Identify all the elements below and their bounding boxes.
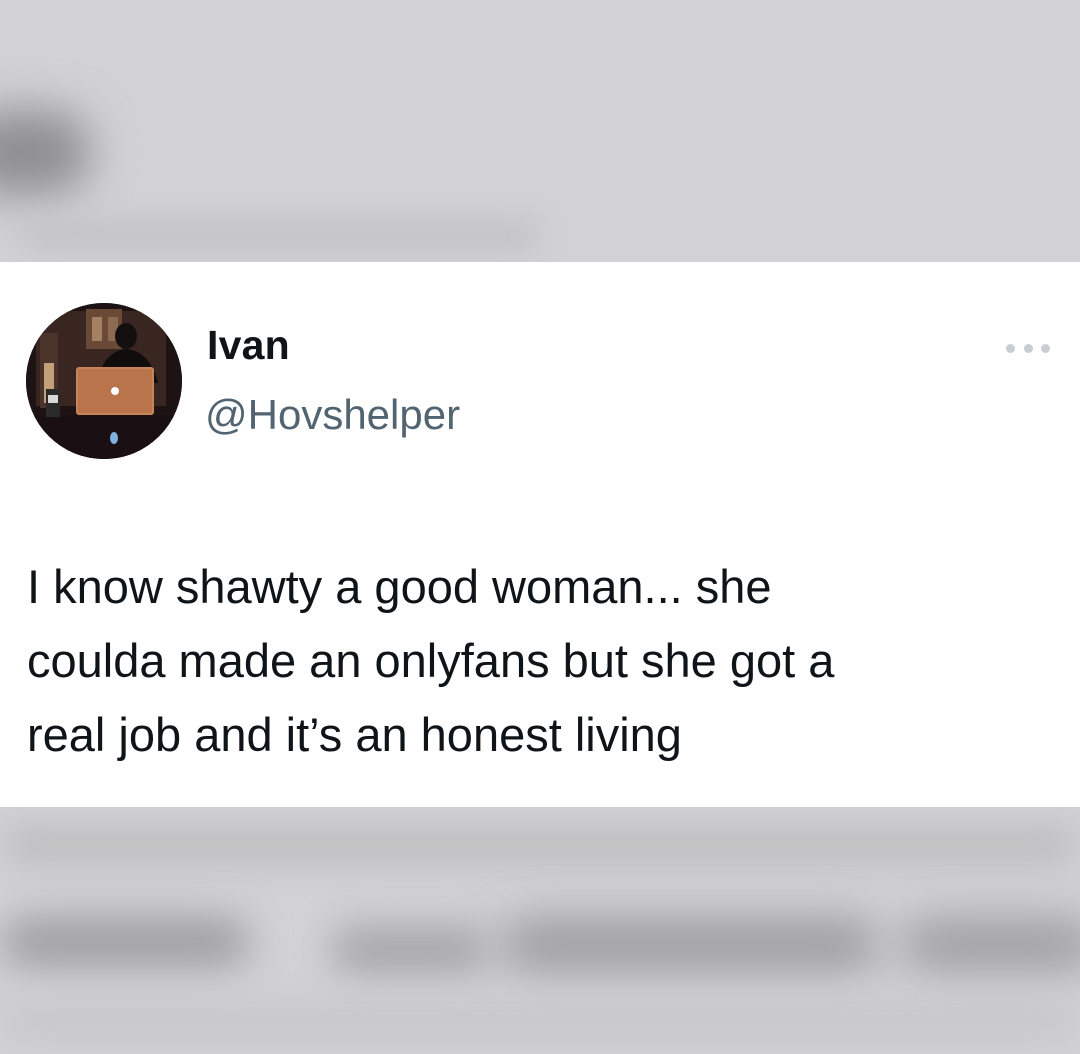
blurred-background-top <box>0 0 1080 262</box>
dot <box>1023 343 1033 353</box>
blurred-background-bottom <box>0 807 1080 1054</box>
user-handle[interactable]: @Hovshelper <box>205 391 460 439</box>
blurred-shape <box>500 917 880 972</box>
dot <box>1006 343 1015 353</box>
blurred-shape <box>0 1002 1080 1042</box>
dot <box>1041 343 1050 353</box>
blurred-shape <box>900 917 1080 972</box>
blurred-shape <box>0 917 250 967</box>
more-options-icon[interactable] <box>1006 334 1050 362</box>
blurred-shape <box>20 220 540 250</box>
avatar[interactable] <box>26 303 182 459</box>
blurred-shape <box>0 825 1080 865</box>
blurred-shape <box>0 110 90 195</box>
tweet-text: I know shawty a good woman... she coulda… <box>27 560 835 761</box>
display-name[interactable]: Ivan <box>207 322 290 369</box>
blurred-shape <box>330 927 490 972</box>
profile-photo-icon <box>26 303 182 459</box>
tweet-card: Ivan @Hovshelper I know shawty a good wo… <box>0 262 1080 807</box>
